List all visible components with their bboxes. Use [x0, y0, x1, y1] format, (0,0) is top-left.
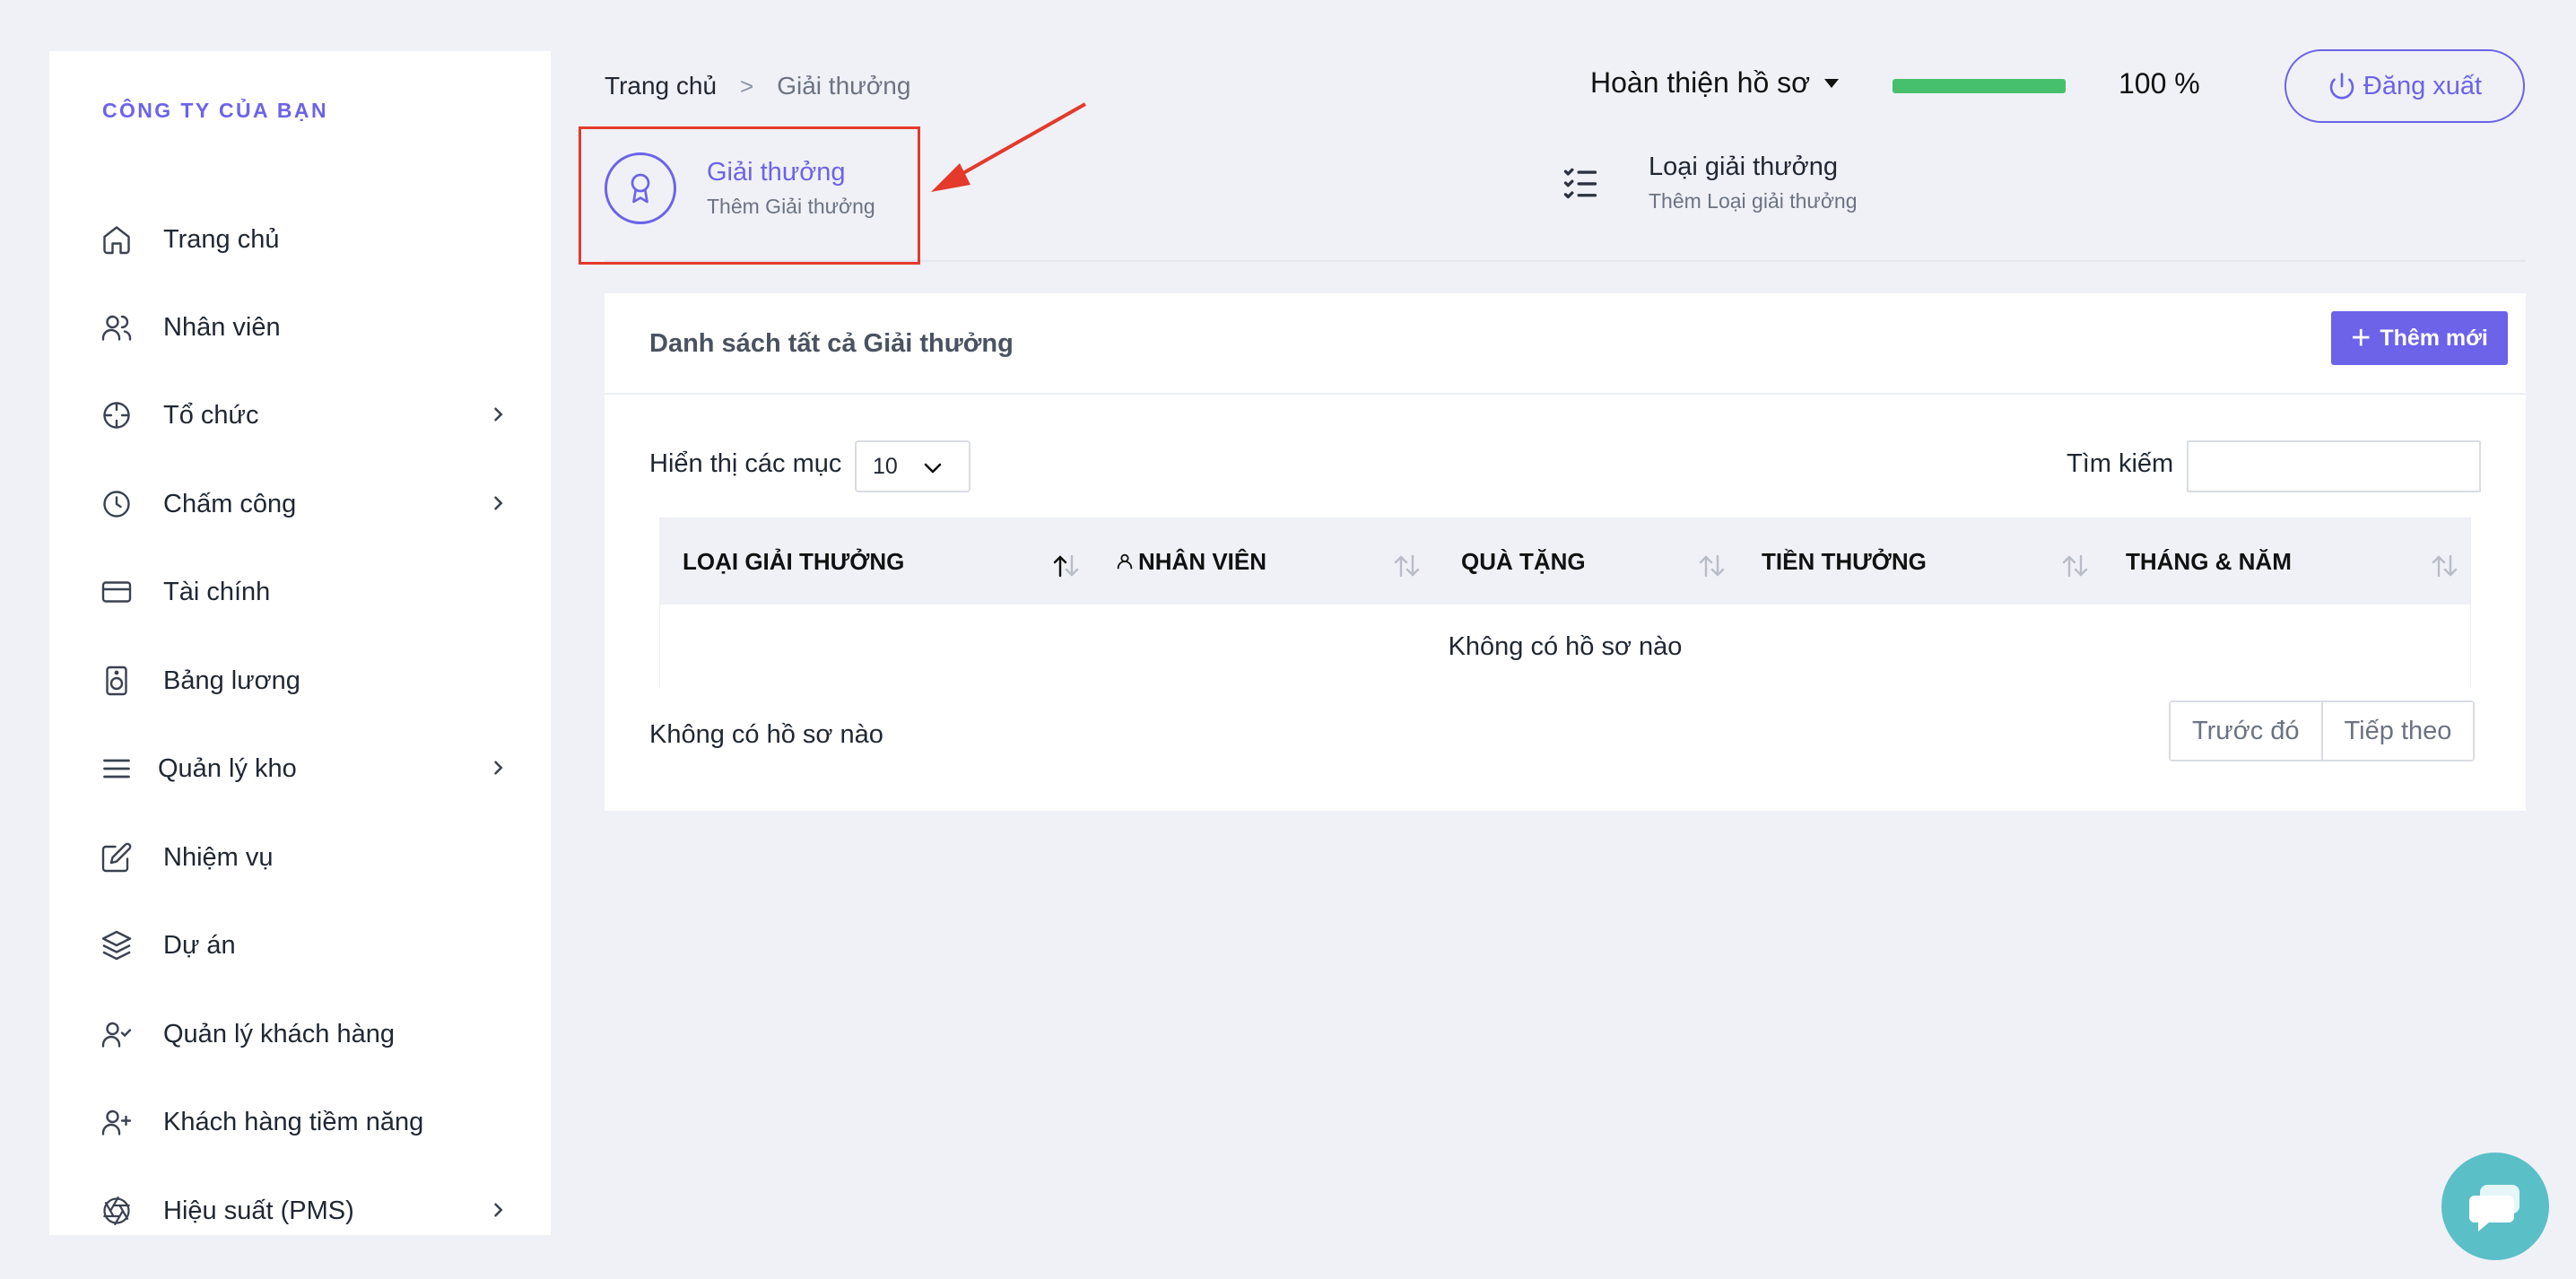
- pagination: Trước đó Tiếp theo: [2169, 700, 2476, 761]
- sidebar-item-organization[interactable]: Tổ chức: [99, 388, 511, 442]
- column-header-award-type[interactable]: LOẠI GIẢI THƯỞNG: [683, 518, 904, 605]
- sidebar-item-label: Quản lý kho: [158, 753, 297, 783]
- chevron-right-icon: [494, 407, 503, 422]
- page-size-value: 10: [873, 453, 898, 479]
- chat-icon: [2469, 1185, 2519, 1231]
- column-label: NHÂN VIÊN: [1138, 547, 1267, 575]
- breadcrumb-separator: >: [740, 72, 754, 100]
- highlight-box: [579, 126, 920, 265]
- profile-progress-fill: [1893, 79, 2066, 93]
- page-size-label: Hiển thị các mục: [649, 449, 842, 478]
- column-header-bonus[interactable]: TIỀN THƯỞNG: [1762, 518, 1927, 605]
- sidebar-item-label: Dự án: [163, 930, 236, 960]
- sidebar-item-label: Khách hàng tiềm năng: [163, 1107, 424, 1136]
- sort-icon: [2062, 554, 2088, 578]
- awards-table: LOẠI GIẢI THƯỞNG NHÂN VIÊN QUÀ TẶNG TIỀN…: [659, 518, 2471, 689]
- plus-icon: +: [2351, 319, 2371, 357]
- sidebar-item-label: Nhiệm vụ: [163, 842, 274, 872]
- sidebar-item-payroll[interactable]: Bảng lương: [99, 654, 511, 708]
- sidebar-item-projects[interactable]: Dự án: [99, 918, 511, 972]
- sidebar-item-attendance[interactable]: Chấm công: [99, 477, 511, 531]
- previous-page-button[interactable]: Trước đó: [2171, 702, 2321, 760]
- sidebar-item-performance[interactable]: Hiệu suất (PMS): [99, 1184, 511, 1238]
- menu-lines-icon: [99, 751, 135, 787]
- user-plus-icon: [99, 1104, 135, 1140]
- sort-icon: [2432, 554, 2458, 578]
- sidebar-item-inventory[interactable]: Quản lý kho: [99, 742, 511, 796]
- sidebar-item-label: Trang chủ: [163, 224, 280, 254]
- breadcrumb-current: Giải thưởng: [777, 72, 911, 100]
- caret-down-icon: [1824, 78, 1840, 88]
- chevron-right-icon: [494, 1203, 503, 1217]
- card-title: Danh sách tất cả Giải thưởng: [649, 329, 1014, 358]
- sidebar-item-customers[interactable]: Quản lý khách hàng: [99, 1007, 511, 1061]
- edit-icon: [99, 840, 135, 875]
- sidebar-item-label: Tổ chức: [163, 400, 259, 430]
- sort-icon: [1699, 554, 1725, 578]
- sidebar-item-label: Quản lý khách hàng: [163, 1019, 395, 1048]
- profile-progress-text: 100 %: [2119, 67, 2200, 100]
- chat-widget-button[interactable]: [2441, 1153, 2549, 1260]
- tab-subtitle: Thêm Loại giải thưởng: [1649, 189, 1858, 213]
- sidebar-item-label: Tài chính: [163, 577, 271, 606]
- annotation-arrow: [931, 102, 1086, 192]
- card-header: Danh sách tất cả Giải thưởng + Thêm mới: [605, 293, 2526, 395]
- add-new-button[interactable]: + Thêm mới: [2331, 311, 2508, 365]
- column-header-employee[interactable]: NHÂN VIÊN: [1115, 518, 1266, 605]
- company-name: CÔNG TY CỦA BẠN: [102, 99, 328, 122]
- awards-card: Danh sách tất cả Giải thưởng + Thêm mới …: [605, 293, 2526, 811]
- aperture-icon: [99, 1193, 135, 1229]
- next-page-button[interactable]: Tiếp theo: [2320, 702, 2474, 760]
- sidebar-item-finance[interactable]: Tài chính: [99, 565, 511, 619]
- sidebar-item-label: Bảng lương: [163, 666, 300, 695]
- sidebar-item-employees[interactable]: Nhân viên: [99, 300, 511, 354]
- profile-completion-dropdown[interactable]: Hoàn thiện hồ sơ: [1590, 66, 1840, 100]
- sidebar-item-home[interactable]: Trang chủ: [99, 213, 511, 266]
- profile-progress-bar: [1893, 79, 2066, 93]
- tab-title: Loại giải thưởng: [1649, 152, 1838, 181]
- crosshair-icon: [99, 397, 135, 433]
- users-icon: [99, 309, 135, 345]
- speaker-icon: [99, 663, 135, 699]
- search-input[interactable]: [2187, 440, 2481, 492]
- column-label: QUÀ TẶNG: [1461, 547, 1586, 575]
- table-info: Không có hồ sơ nào: [649, 720, 883, 749]
- sidebar-item-label: Chấm công: [163, 489, 297, 518]
- sidebar-item-leads[interactable]: Khách hàng tiềm năng: [99, 1095, 511, 1149]
- page-size-select[interactable]: 10: [855, 440, 970, 492]
- list-check-icon: [1563, 168, 1597, 199]
- search-label: Tìm kiếm: [2067, 449, 2174, 478]
- sort-asc-icon: [1053, 554, 1079, 578]
- sidebar: CÔNG TY CỦA BẠN Trang chủ Nhân viên Tổ c…: [49, 51, 551, 1235]
- table-empty-row: Không có hồ sơ nào: [660, 605, 2470, 689]
- layers-icon: [99, 927, 135, 963]
- sidebar-item-label: Hiệu suất (PMS): [163, 1196, 354, 1225]
- column-label: THÁNG & NĂM: [2126, 547, 2292, 575]
- power-icon: [2329, 73, 2354, 100]
- breadcrumb: Trang chủ > Giải thưởng: [605, 72, 910, 100]
- logout-button[interactable]: Đăng xuất: [2284, 49, 2525, 123]
- credit-card-icon: [99, 574, 135, 610]
- column-header-gift[interactable]: QUÀ TẶNG: [1461, 518, 1586, 605]
- chevron-right-icon: [494, 496, 503, 510]
- breadcrumb-home[interactable]: Trang chủ: [605, 72, 717, 100]
- tab-award-types[interactable]: Loại giải thưởng Thêm Loại giải thưởng: [1561, 152, 1858, 213]
- add-new-label: Thêm mới: [2380, 325, 2488, 351]
- column-label: TIỀN THƯỞNG: [1762, 547, 1927, 575]
- table-header: LOẠI GIẢI THƯỞNG NHÂN VIÊN QUÀ TẶNG TIỀN…: [660, 518, 2470, 605]
- sidebar-item-tasks[interactable]: Nhiệm vụ: [99, 831, 511, 884]
- chevron-right-icon: [494, 761, 503, 775]
- column-header-month-year[interactable]: THÁNG & NĂM: [2126, 518, 2292, 605]
- profile-completion-label: Hoàn thiện hồ sơ: [1590, 66, 1811, 99]
- home-icon: [99, 222, 135, 257]
- sort-icon: [1394, 554, 1420, 578]
- user-check-icon: [99, 1016, 135, 1052]
- sidebar-item-label: Nhân viên: [163, 312, 281, 342]
- column-label: LOẠI GIẢI THƯỞNG: [683, 547, 905, 575]
- user-icon: [1117, 553, 1133, 570]
- chevron-down-icon: [924, 463, 942, 474]
- clock-icon: [99, 486, 135, 522]
- logout-label: Đăng xuất: [2363, 71, 2483, 100]
